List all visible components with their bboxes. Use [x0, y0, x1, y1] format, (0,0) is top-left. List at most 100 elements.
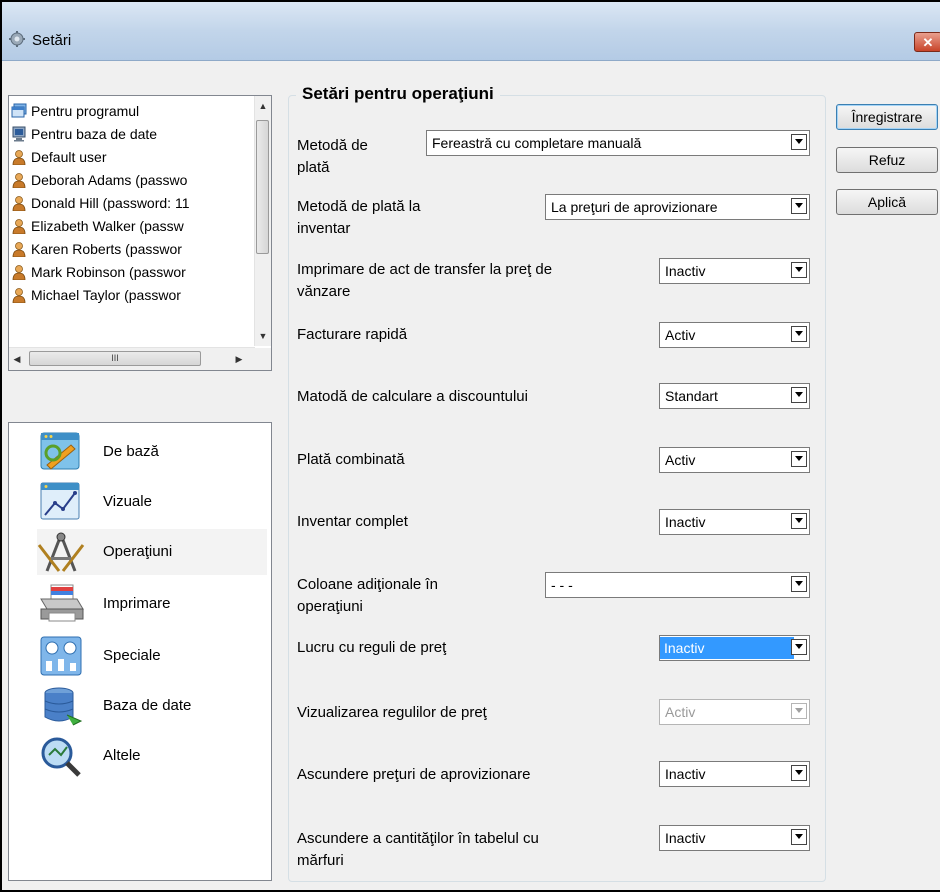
view-price-rules-select: Activ	[659, 699, 810, 725]
category-label: Operaţiuni	[103, 543, 173, 560]
category-item-database[interactable]: Baza de date	[37, 683, 267, 729]
user-icon	[12, 242, 26, 257]
chevron-down-icon[interactable]	[791, 765, 807, 781]
category-item-basic[interactable]: De bază	[37, 429, 267, 475]
chevron-down-icon[interactable]	[791, 829, 807, 845]
select-value: Fereastră cu completare manuală	[432, 135, 642, 151]
compass-tools-icon	[37, 532, 85, 572]
window-title: Setări	[32, 32, 72, 49]
database-icon	[44, 687, 83, 726]
category-item-operations[interactable]: Operaţiuni	[37, 529, 267, 575]
save-button[interactable]: Înregistrare	[836, 104, 938, 130]
scroll-down-icon[interactable]: ▼	[255, 328, 271, 344]
user-icon	[12, 196, 26, 211]
user-icon	[12, 265, 26, 280]
chevron-down-icon[interactable]	[791, 326, 807, 342]
list-item-database[interactable]: Pentru baza de date	[11, 123, 255, 145]
user-icon	[12, 173, 26, 188]
apply-button[interactable]: Aplică	[836, 189, 938, 215]
user-icon	[12, 288, 26, 303]
list-item-label: Default user	[31, 149, 107, 165]
list-item-label: Pentru baza de date	[31, 126, 158, 142]
setting-label-combined-payment: Plată combinată	[297, 451, 405, 468]
full-inventory-select[interactable]: Inactiv	[659, 509, 810, 535]
list-item-user[interactable]: Deborah Adams (passwo	[11, 169, 255, 191]
horizontal-scrollbar[interactable]: ◀ III ▶	[9, 347, 255, 370]
program-icon	[11, 103, 27, 118]
select-value: Inactiv	[665, 514, 706, 530]
setting-label-fast-invoicing: Facturare rapidă	[297, 326, 408, 343]
scroll-left-icon[interactable]: ◀	[9, 351, 25, 367]
gear-icon	[9, 31, 25, 47]
print-transfer-select[interactable]: Inactiv	[659, 258, 810, 284]
list-item-user[interactable]: Michael Taylor (passwor	[11, 284, 255, 306]
select-value: Inactiv	[660, 637, 794, 659]
list-item-user[interactable]: Elizabeth Walker (passw	[11, 215, 255, 237]
cancel-button[interactable]: Refuz	[836, 147, 938, 173]
list-item-label: Karen Roberts (passwor	[31, 241, 182, 257]
inventory-payment-select[interactable]: La preţuri de aprovizionare	[545, 194, 810, 220]
select-value: La preţuri de aprovizionare	[551, 199, 718, 215]
list-item-program[interactable]: Pentru programul	[11, 100, 255, 122]
visual-chart-icon	[40, 482, 80, 520]
category-item-visual[interactable]: Vizuale	[37, 479, 267, 525]
category-label: De bază	[103, 443, 159, 460]
select-value: Inactiv	[665, 263, 706, 279]
select-value: Standart	[665, 388, 718, 404]
category-item-other[interactable]: Altele	[37, 733, 267, 779]
chevron-down-icon[interactable]	[791, 262, 807, 278]
chevron-down-icon[interactable]	[791, 451, 807, 467]
chevron-down-icon[interactable]	[791, 134, 807, 150]
fast-invoicing-select[interactable]: Activ	[659, 322, 810, 348]
hide-quantities-select[interactable]: Inactiv	[659, 825, 810, 851]
chevron-down-icon[interactable]	[791, 639, 807, 655]
chevron-down-icon[interactable]	[791, 513, 807, 529]
additional-columns-select[interactable]: - - -	[545, 572, 810, 598]
chevron-down-icon[interactable]	[791, 198, 807, 214]
select-value: - - -	[551, 577, 573, 593]
list-item-user[interactable]: Donald Hill (password: 11	[11, 192, 255, 214]
setting-label-payment-method: Metodă de plată	[297, 137, 368, 176]
scroll-right-icon[interactable]: ▶	[231, 351, 247, 367]
combined-payment-select[interactable]: Activ	[659, 447, 810, 473]
setting-label-inventory-payment: Metodă de plată la inventar	[297, 198, 421, 237]
user-list[interactable]: Pentru programul Pentru baza de date Def…	[8, 95, 272, 371]
chevron-down-icon[interactable]	[791, 387, 807, 403]
list-item-label: Donald Hill (password: 11	[31, 195, 190, 211]
list-item-label: Elizabeth Walker (passw	[31, 218, 184, 234]
special-settings-icon	[40, 636, 82, 676]
category-label: Imprimare	[103, 595, 171, 612]
category-label: Vizuale	[103, 493, 152, 510]
scroll-corner	[254, 348, 271, 370]
category-item-special[interactable]: Speciale	[37, 633, 267, 679]
list-item-user[interactable]: Karen Roberts (passwor	[11, 238, 255, 260]
category-label: Speciale	[103, 647, 161, 664]
select-value: Inactiv	[665, 830, 706, 846]
scroll-thumb-horizontal[interactable]: III	[29, 351, 201, 366]
select-value: Inactiv	[665, 766, 706, 782]
category-item-print[interactable]: Imprimare	[37, 581, 267, 627]
discount-method-select[interactable]: Standart	[659, 383, 810, 409]
setting-label-hide-supply-prices: Ascundere preţuri de aprovizionare	[297, 766, 531, 783]
list-item-label: Pentru programul	[31, 103, 140, 119]
database-monitor-icon	[12, 126, 26, 142]
list-item-user[interactable]: Default user	[11, 146, 255, 168]
setting-label-print-transfer: Imprimare de act de transfer la preţ de …	[297, 261, 553, 300]
category-list[interactable]: De bază Vizuale Operaţiuni Imprimare Spe…	[8, 422, 272, 881]
setting-label-hide-quantities: Ascundere a cantităţilor în tabelul cu m…	[297, 830, 539, 869]
hide-supply-prices-select[interactable]: Inactiv	[659, 761, 810, 787]
price-rules-select[interactable]: Inactiv	[659, 635, 810, 661]
user-icon	[12, 219, 26, 234]
settings-group-title: Setări pentru operaţiuni	[296, 84, 500, 104]
list-item-label: Deborah Adams (passwo	[31, 172, 188, 188]
select-value: Activ	[665, 704, 696, 720]
scroll-thumb[interactable]	[256, 120, 269, 254]
chevron-down-icon[interactable]	[791, 576, 807, 592]
close-button[interactable]: ✕	[914, 32, 940, 52]
vertical-scrollbar[interactable]: ▲ ▼	[254, 96, 271, 346]
scroll-up-icon[interactable]: ▲	[255, 98, 271, 114]
payment-method-select[interactable]: Fereastră cu completare manuală	[426, 130, 810, 156]
user-icon	[12, 150, 26, 165]
list-item-user[interactable]: Mark Robinson (passwor	[11, 261, 255, 283]
printer-icon	[40, 584, 84, 622]
